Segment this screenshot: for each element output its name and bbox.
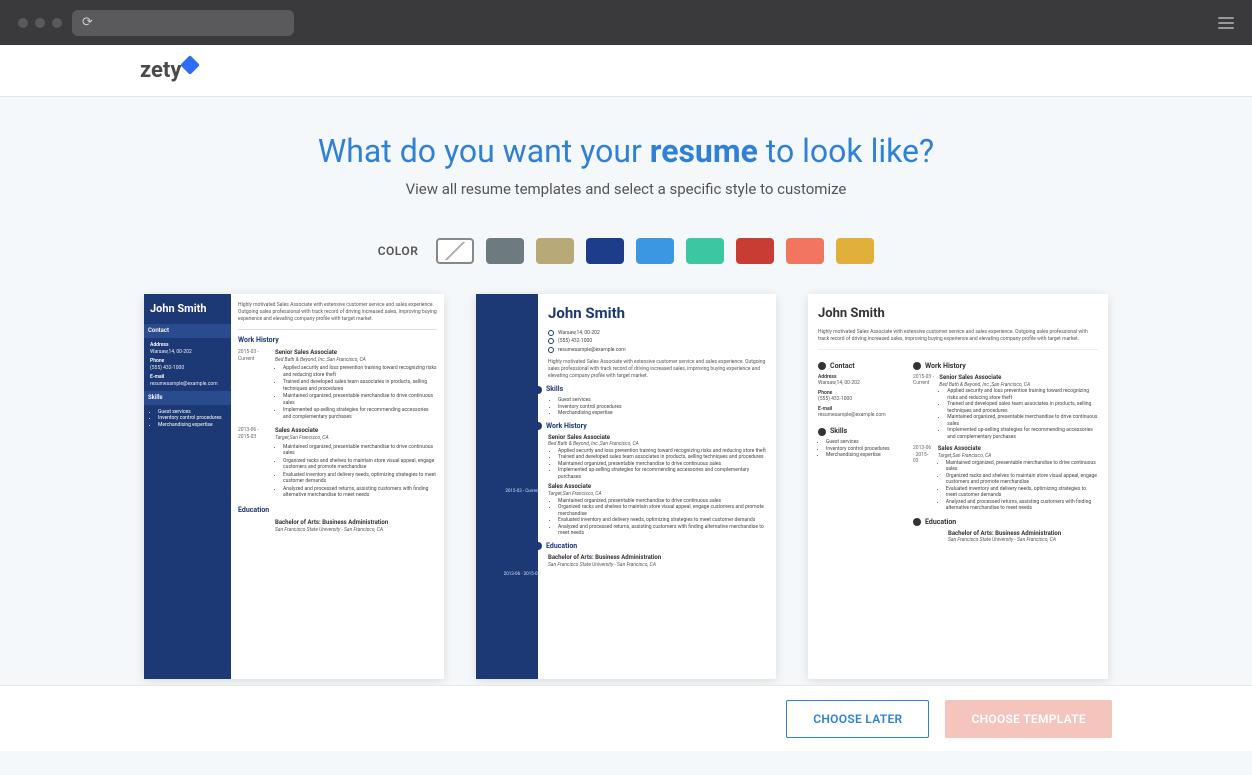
browser-chrome: ⟳ [0,0,1252,45]
work-heading: Work History [548,422,766,431]
email-icon [548,347,554,353]
color-swatch[interactable] [636,238,674,264]
skills-icon [818,428,826,436]
templates-grid: John Smith Contact Address Warsaw,14, 00… [0,294,1252,709]
page-title: What do you want your resume to look lik… [0,132,1252,170]
color-swatch[interactable] [586,238,624,264]
logo[interactable]: zety [140,58,197,83]
contact-heading: Contact [144,324,231,338]
logo-mark-icon [181,55,201,75]
color-picker: COLOR [0,238,1252,264]
skills-heading: Skills [548,385,766,394]
window-dots [18,18,62,28]
color-swatch[interactable] [836,238,874,264]
template-card-3[interactable]: John Smith Highly motivated Sales Associ… [808,294,1108,679]
reload-icon[interactable]: ⟳ [82,15,93,30]
skills-heading: Skills [144,391,231,405]
color-swatch[interactable] [436,238,474,264]
page-subtitle: View all resume templates and select a s… [0,180,1252,198]
color-swatch[interactable] [686,238,724,264]
phone-icon [548,338,554,344]
template-card-2[interactable]: 2015-03 - Current 2013-06 - 2015-03 John… [476,294,776,679]
window-dot-min[interactable] [35,18,45,28]
logo-text: zety [140,58,181,83]
edu-heading: Education [238,506,437,515]
resume-name: John Smith [150,302,225,316]
location-icon [548,330,554,336]
footer-bar: CHOOSE LATER CHOOSE TEMPLATE [0,685,1252,751]
colors-label: COLOR [378,244,419,258]
hamburger-icon[interactable] [1218,14,1234,32]
resume-name: John Smith [548,304,766,324]
edu-icon [913,518,921,526]
title-area: What do you want your resume to look lik… [0,97,1252,216]
choose-template-button[interactable]: CHOOSE TEMPLATE [945,700,1112,738]
contact-icon [818,362,826,370]
choose-later-button[interactable]: CHOOSE LATER [786,700,929,738]
template-card-1[interactable]: John Smith Contact Address Warsaw,14, 00… [144,294,444,679]
summary-text: Highly motivated Sales Associate with ex… [238,302,437,330]
color-swatch[interactable] [536,238,574,264]
app-header: zety [0,45,1252,97]
color-swatch[interactable] [486,238,524,264]
edu-heading: Education [548,542,766,551]
work-icon [913,362,921,370]
resume-name: John Smith [818,306,1098,323]
color-swatch[interactable] [736,238,774,264]
window-dot-max[interactable] [52,18,62,28]
window-dot-close[interactable] [18,18,28,28]
url-bar[interactable]: ⟳ [72,10,294,36]
work-heading: Work History [238,336,437,345]
color-swatch[interactable] [786,238,824,264]
